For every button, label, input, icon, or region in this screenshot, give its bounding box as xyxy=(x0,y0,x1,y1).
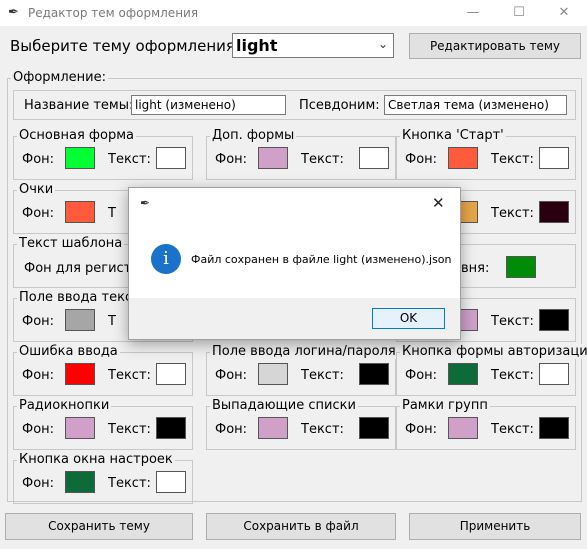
settings-button-bg-label: Фон: xyxy=(22,476,55,491)
login-field-text-label: Текст: xyxy=(301,368,344,383)
input-error-text-swatch[interactable] xyxy=(156,363,186,385)
points-text-label: Т xyxy=(108,206,116,221)
dropdowns-text-swatch[interactable] xyxy=(359,417,389,439)
save-file-button[interactable]: Сохранить в файл xyxy=(206,513,396,540)
group-frames-text-swatch[interactable] xyxy=(539,417,569,439)
radio-buttons-bg-label: Фон: xyxy=(22,422,55,437)
settings-button-legend: Кнопка окна настроек xyxy=(17,452,175,467)
start-button-legend: Кнопка 'Старт' xyxy=(400,128,506,143)
auth-button-bg-label: Фон: xyxy=(405,368,438,383)
input-error-bg-label: Фон: xyxy=(22,368,55,383)
theme-name-label: Название темы: xyxy=(24,98,134,113)
auth-button-text-swatch[interactable] xyxy=(539,363,569,385)
hidden-right-text-swatch[interactable] xyxy=(539,309,569,331)
input-field-text-label: Т xyxy=(108,314,116,329)
maximize-button[interactable]: ☐ xyxy=(496,0,542,26)
right-bg-label: вня: xyxy=(461,261,490,276)
template-text-legend: Текст шаблона xyxy=(17,236,125,251)
window-title: Редактор тем оформления xyxy=(28,6,199,20)
login-field-bg-swatch[interactable] xyxy=(258,363,288,385)
group-frames-legend: Рамки групп xyxy=(400,398,490,413)
login-field-text-swatch[interactable] xyxy=(359,363,389,385)
main-form-bg-label: Фон: xyxy=(22,152,55,167)
alias-input[interactable]: Светлая тема (изменено) xyxy=(384,95,567,115)
group-frames-bg-swatch[interactable] xyxy=(448,417,478,439)
theme-combobox[interactable]: light ⌄ xyxy=(232,33,394,58)
dropdowns-text-label: Текст: xyxy=(301,422,344,437)
theme-name-input[interactable]: light (изменено) xyxy=(131,95,286,115)
level-text-swatch[interactable] xyxy=(539,201,569,223)
dialog-message: Файл сохранен в файле light (изменено).j… xyxy=(191,253,452,266)
auth-button-bg-swatch[interactable] xyxy=(448,363,478,385)
chevron-down-icon: ⌄ xyxy=(377,37,388,51)
group-frames-bg-label: Фон: xyxy=(405,422,438,437)
minimize-button[interactable]: — xyxy=(450,0,496,26)
theme-combobox-value: light xyxy=(236,36,278,55)
input-error-text-label: Текст: xyxy=(108,368,151,383)
radio-buttons-text-swatch[interactable] xyxy=(156,417,186,439)
auth-button-legend: Кнопка формы авторизации xyxy=(400,344,587,359)
extra-forms-text-label: Текст: xyxy=(301,152,344,167)
theme-select-label: Выберите тему оформления > xyxy=(10,37,253,55)
points-bg-label: Фон: xyxy=(22,206,55,221)
start-button-bg-swatch[interactable] xyxy=(448,147,478,169)
dialog-feather-icon: ✒ xyxy=(140,196,151,210)
edit-theme-button[interactable]: Редактировать тему xyxy=(409,33,581,59)
dropdowns-legend: Выпадающие списки xyxy=(210,398,358,413)
dialog-ok-button[interactable]: OK xyxy=(372,308,445,329)
dialog-close-button[interactable]: ✕ xyxy=(432,194,445,212)
extra-forms-bg-label: Фон: xyxy=(215,152,248,167)
start-button-text-label: Текст: xyxy=(491,152,534,167)
start-button-bg-label: Фон: xyxy=(405,152,438,167)
login-field-legend: Поле ввода логина/пароля xyxy=(210,344,398,359)
group-frames-text-label: Текст: xyxy=(491,422,534,437)
input-field-bg-label: Фон: xyxy=(22,314,55,329)
auth-button-text-label: Текст: xyxy=(491,368,534,383)
main-form-legend: Основная форма xyxy=(17,128,137,143)
app-feather-icon: ✒ xyxy=(8,5,19,20)
right-bg-swatch[interactable] xyxy=(506,256,536,278)
settings-button-bg-swatch[interactable] xyxy=(65,471,95,493)
settings-button-text-swatch[interactable] xyxy=(156,471,186,493)
radio-buttons-text-label: Текст: xyxy=(108,422,151,437)
dropdowns-bg-swatch[interactable] xyxy=(258,417,288,439)
input-field-bg-swatch[interactable] xyxy=(65,309,95,331)
apply-button[interactable]: Применить xyxy=(409,513,581,540)
close-button[interactable]: ✕ xyxy=(541,0,587,26)
start-button-text-swatch[interactable] xyxy=(539,147,569,169)
main-form-text-swatch[interactable] xyxy=(156,147,186,169)
level-text-label: Текст: xyxy=(491,206,534,221)
hidden-right-text-label: Текст: xyxy=(491,314,534,329)
info-icon: i xyxy=(151,244,181,274)
extra-forms-bg-swatch[interactable] xyxy=(258,147,288,169)
login-field-bg-label: Фон: xyxy=(215,368,248,383)
radio-buttons-bg-swatch[interactable] xyxy=(65,417,95,439)
dropdowns-bg-label: Фон: xyxy=(215,422,248,437)
appearance-legend: Оформление: xyxy=(11,70,108,85)
main-form-bg-swatch[interactable] xyxy=(65,147,95,169)
alias-label: Псевдоним: xyxy=(299,98,380,113)
extra-forms-legend: Доп. формы xyxy=(210,128,297,143)
main-form-text-label: Текст: xyxy=(108,152,151,167)
extra-forms-text-swatch[interactable] xyxy=(359,147,389,169)
radio-buttons-legend: Радиокнопки xyxy=(17,398,112,413)
points-legend: Очки xyxy=(17,182,56,197)
save-theme-button[interactable]: Сохранить тему xyxy=(5,513,193,540)
input-error-legend: Ошибка ввода xyxy=(17,344,120,359)
points-bg-swatch[interactable] xyxy=(65,201,95,223)
settings-button-text-label: Текст: xyxy=(108,476,151,491)
input-error-bg-swatch[interactable] xyxy=(65,363,95,385)
save-dialog: ✒ ✕ i Файл сохранен в файле light (измен… xyxy=(128,187,461,340)
